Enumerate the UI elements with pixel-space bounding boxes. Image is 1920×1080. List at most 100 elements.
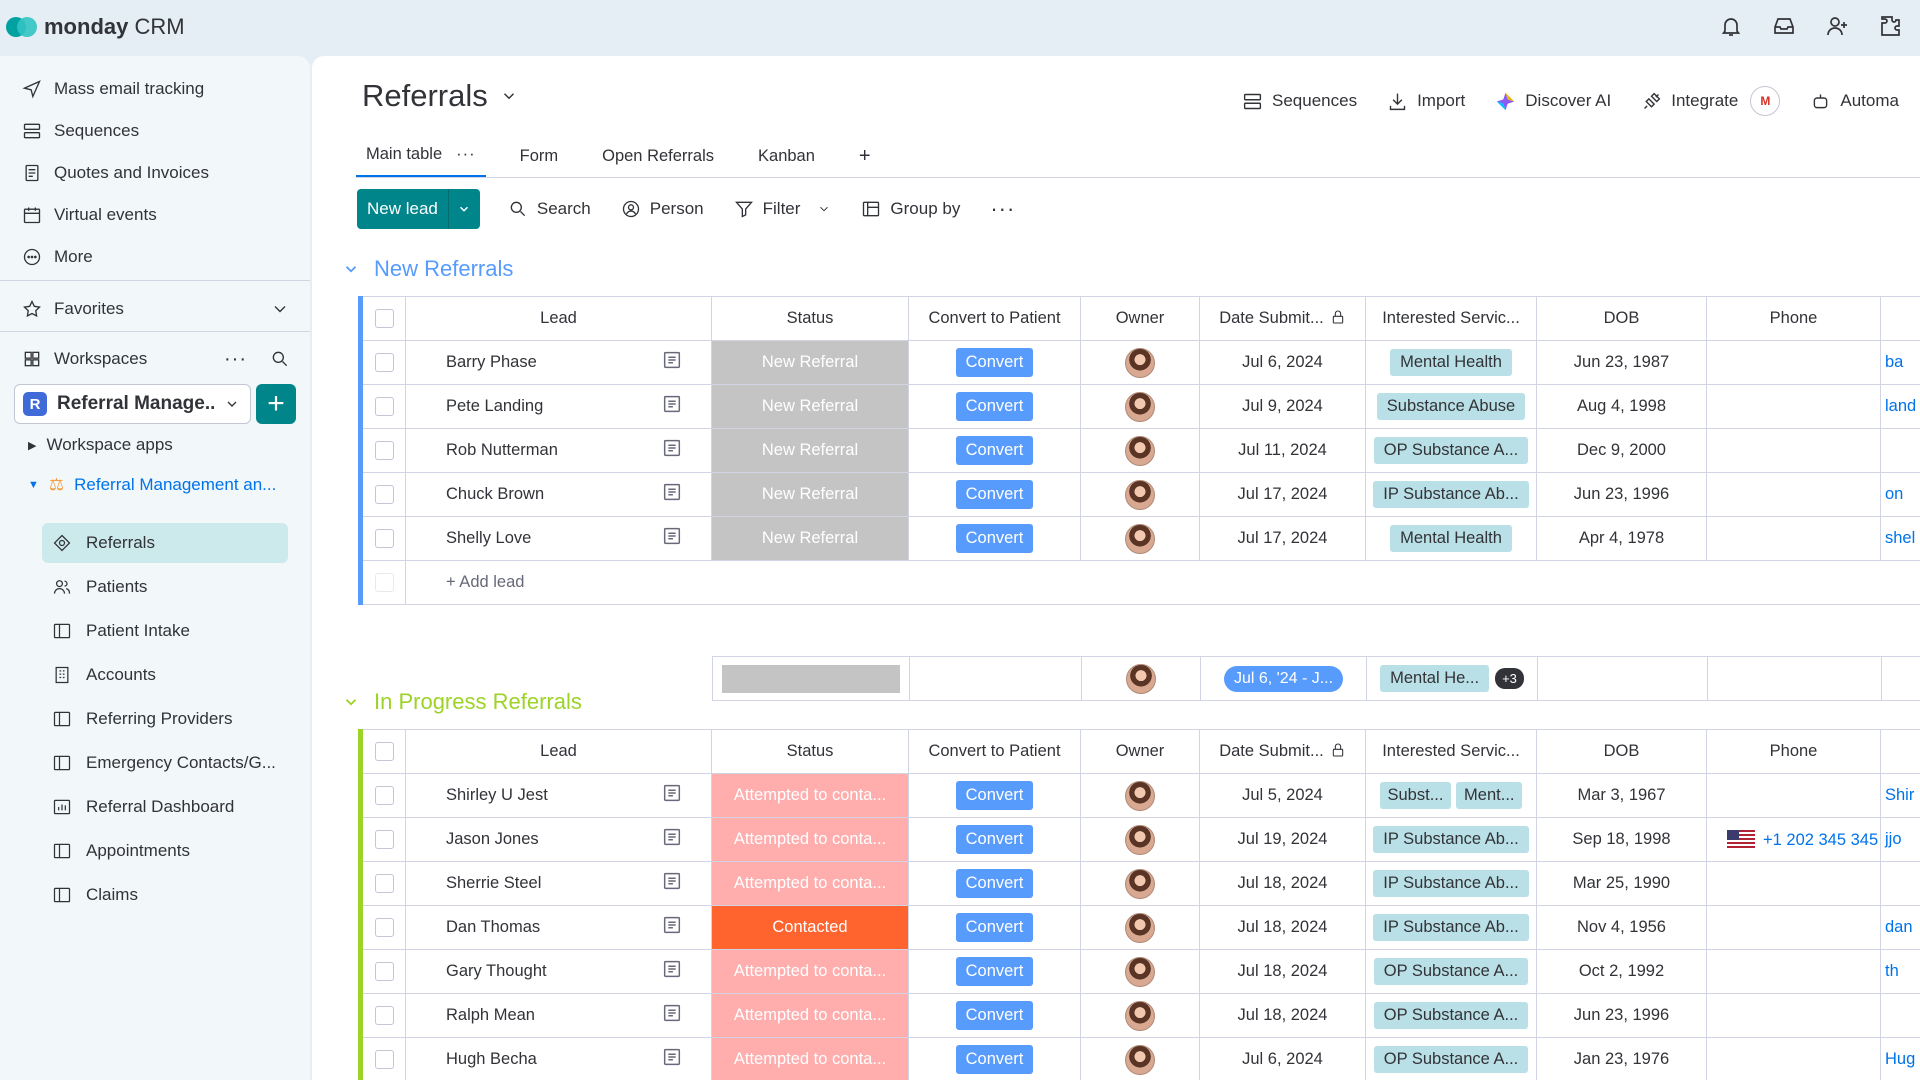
monday-crm-logo[interactable]: monday CRM bbox=[6, 14, 185, 40]
more-count-badge[interactable]: +3 bbox=[1495, 668, 1524, 689]
search-icon[interactable] bbox=[270, 349, 290, 369]
status-summary[interactable] bbox=[712, 656, 910, 701]
row-checkbox[interactable] bbox=[360, 1037, 406, 1080]
sidebar-item-referring-providers[interactable]: Referring Providers bbox=[42, 699, 288, 739]
table-row[interactable]: Dan Thomas Contacted Convert Jul 18, 202… bbox=[360, 905, 1920, 950]
status-cell[interactable]: Attempted to conta... bbox=[711, 1037, 909, 1080]
select-all-checkbox[interactable] bbox=[360, 296, 406, 341]
status-cell[interactable]: Attempted to conta... bbox=[711, 773, 909, 818]
phone-cell[interactable] bbox=[1706, 384, 1881, 429]
board-title[interactable]: Referrals bbox=[362, 78, 518, 114]
dob-cell[interactable]: Apr 4, 1978 bbox=[1536, 516, 1707, 561]
dob-cell[interactable]: Nov 4, 1956 bbox=[1536, 905, 1707, 950]
sidebar-item-sequences[interactable]: Sequences bbox=[22, 114, 139, 148]
convert-button[interactable]: Convert bbox=[955, 1045, 1034, 1074]
column-header-convert[interactable]: Convert to Patient bbox=[908, 729, 1081, 774]
convert-button[interactable]: Convert bbox=[955, 957, 1034, 986]
dob-cell[interactable]: Jan 23, 1976 bbox=[1536, 1037, 1707, 1080]
status-cell[interactable]: Attempted to conta... bbox=[711, 993, 909, 1038]
service-cell[interactable]: IP Substance Ab... bbox=[1365, 905, 1537, 950]
convert-button[interactable]: Convert bbox=[955, 392, 1034, 421]
dob-cell[interactable]: Dec 9, 2000 bbox=[1536, 428, 1707, 473]
service-cell[interactable]: OP Substance A... bbox=[1365, 949, 1537, 994]
add-item-button[interactable]: + bbox=[256, 384, 296, 424]
sequences-button[interactable]: Sequences bbox=[1242, 91, 1357, 112]
service-cell[interactable]: Mental Health bbox=[1365, 516, 1537, 561]
sidebar-item-referral-dashboard[interactable]: Referral Dashboard bbox=[42, 787, 288, 827]
lead-name[interactable]: Jason Jones bbox=[405, 817, 633, 862]
lead-name[interactable]: Shirley U Jest bbox=[405, 773, 633, 818]
item-doc-icon[interactable] bbox=[632, 1037, 712, 1080]
column-header-date-submitted[interactable]: Date Submit... bbox=[1199, 729, 1366, 774]
email-cell[interactable]: Hug bbox=[1880, 1037, 1920, 1080]
table-row[interactable]: Chuck Brown New Referral Convert Jul 17,… bbox=[360, 472, 1920, 517]
sidebar-item-patients[interactable]: Patients bbox=[42, 567, 288, 607]
owner-cell[interactable] bbox=[1080, 384, 1200, 429]
column-header-interested-service[interactable]: Interested Servic... bbox=[1365, 729, 1537, 774]
chevron-down-icon[interactable] bbox=[817, 202, 831, 216]
table-row[interactable]: Jason Jones Attempted to conta... Conver… bbox=[360, 817, 1920, 862]
status-cell[interactable]: New Referral bbox=[711, 516, 909, 561]
chevron-down-icon[interactable] bbox=[342, 693, 360, 711]
item-doc-icon[interactable] bbox=[632, 905, 712, 950]
owner-cell[interactable] bbox=[1080, 861, 1200, 906]
item-doc-icon[interactable] bbox=[632, 472, 712, 517]
status-cell[interactable]: New Referral bbox=[711, 428, 909, 473]
email-cell[interactable]: s bbox=[1880, 861, 1920, 906]
email-cell[interactable]: th bbox=[1880, 949, 1920, 994]
item-doc-icon[interactable] bbox=[632, 428, 712, 473]
gmail-integration-badge[interactable]: M bbox=[1750, 86, 1781, 116]
select-all-checkbox[interactable] bbox=[360, 729, 406, 774]
sidebar-item-quotes-invoices[interactable]: Quotes and Invoices bbox=[22, 156, 209, 190]
row-checkbox[interactable] bbox=[360, 773, 406, 818]
item-doc-icon[interactable] bbox=[632, 516, 712, 561]
service-summary[interactable]: Mental He... +3 bbox=[1366, 656, 1538, 701]
group-title-new-referrals[interactable]: New Referrals bbox=[342, 256, 513, 282]
convert-button[interactable]: Convert bbox=[955, 869, 1034, 898]
workspace-selector[interactable]: R Referral Manage... bbox=[14, 384, 251, 424]
table-row[interactable]: Pete Landing New Referral Convert Jul 9,… bbox=[360, 384, 1920, 429]
dob-cell[interactable]: Jun 23, 1987 bbox=[1536, 340, 1707, 385]
tab-form[interactable]: Form bbox=[510, 134, 569, 178]
status-cell[interactable]: Attempted to conta... bbox=[711, 861, 909, 906]
dob-cell[interactable]: Jun 23, 1996 bbox=[1536, 472, 1707, 517]
column-header-phone[interactable]: Phone bbox=[1706, 296, 1881, 341]
owner-cell[interactable] bbox=[1080, 993, 1200, 1038]
date-cell[interactable]: Jul 18, 2024 bbox=[1199, 905, 1366, 950]
status-cell[interactable]: New Referral bbox=[711, 472, 909, 517]
item-doc-icon[interactable] bbox=[632, 773, 712, 818]
tab-main-table[interactable]: Main table ··· bbox=[356, 134, 486, 178]
convert-button[interactable]: Convert bbox=[955, 781, 1034, 810]
phone-cell[interactable] bbox=[1706, 993, 1881, 1038]
phone-cell[interactable] bbox=[1706, 1037, 1881, 1080]
date-cell[interactable]: Jul 9, 2024 bbox=[1199, 384, 1366, 429]
sidebar-item-more[interactable]: More bbox=[22, 240, 93, 274]
sidebar-item-patient-intake[interactable]: Patient Intake bbox=[42, 611, 288, 651]
sidebar-item-accounts[interactable]: Accounts bbox=[42, 655, 288, 695]
add-view-button[interactable]: + bbox=[849, 134, 881, 178]
service-cell[interactable]: Subst... Ment... bbox=[1365, 773, 1537, 818]
date-cell[interactable]: Jul 11, 2024 bbox=[1199, 428, 1366, 473]
item-doc-icon[interactable] bbox=[632, 949, 712, 994]
table-row[interactable]: Shelly Love New Referral Convert Jul 17,… bbox=[360, 516, 1920, 561]
tab-more-dots-icon[interactable]: ··· bbox=[456, 145, 475, 164]
more-dots-icon[interactable]: ··· bbox=[224, 348, 247, 371]
column-header-date-submitted[interactable]: Date Submit... bbox=[1199, 296, 1366, 341]
email-cell[interactable]: jjo bbox=[1880, 817, 1920, 862]
date-cell[interactable]: Jul 6, 2024 bbox=[1199, 1037, 1366, 1080]
email-cell[interactable]: r. bbox=[1880, 428, 1920, 473]
sidebar-item-claims[interactable]: Claims bbox=[42, 875, 288, 915]
row-checkbox[interactable] bbox=[360, 516, 406, 561]
owner-cell[interactable] bbox=[1080, 472, 1200, 517]
dob-cell[interactable]: Oct 2, 1992 bbox=[1536, 949, 1707, 994]
column-header-status[interactable]: Status bbox=[711, 729, 909, 774]
dob-cell[interactable]: Mar 25, 1990 bbox=[1536, 861, 1707, 906]
integrate-button[interactable]: Integrate bbox=[1641, 91, 1738, 112]
row-checkbox[interactable] bbox=[360, 428, 406, 473]
status-cell[interactable]: Attempted to conta... bbox=[711, 949, 909, 994]
invite-member-icon[interactable] bbox=[1825, 14, 1849, 38]
row-checkbox[interactable] bbox=[360, 993, 406, 1038]
status-cell[interactable]: New Referral bbox=[711, 340, 909, 385]
add-lead-input[interactable]: + Add lead bbox=[405, 560, 1920, 605]
column-header-email[interactable] bbox=[1880, 296, 1920, 341]
